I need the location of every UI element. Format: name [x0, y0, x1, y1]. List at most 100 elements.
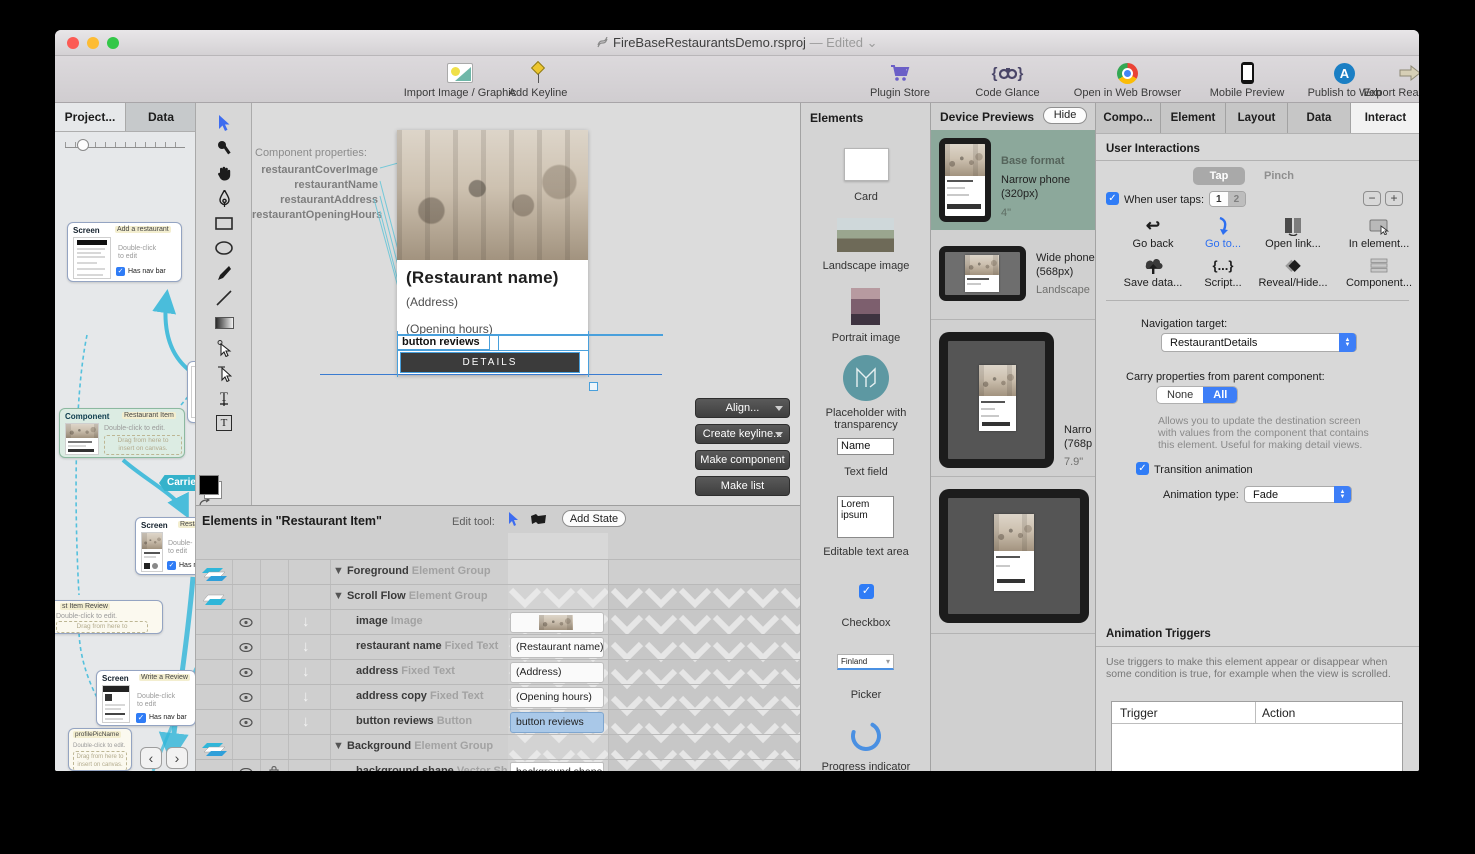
lock-icon[interactable] [269, 766, 279, 771]
button-reviews-label[interactable]: button reviews [397, 335, 490, 350]
portrait-image-element[interactable] [851, 288, 880, 325]
visibility-eye-icon[interactable] [239, 618, 253, 627]
triggers-table[interactable]: Trigger Action [1111, 701, 1403, 771]
timeline-row-background-shape[interactable]: background shape Vector Sh background sh… [196, 759, 800, 771]
rectangle-tool[interactable] [196, 211, 252, 235]
remove-interaction-button[interactable]: − [1363, 191, 1381, 206]
component-card-profilepicname[interactable]: profilePicName Double-click to edit. Dra… [68, 728, 132, 771]
brush-tool[interactable] [196, 261, 252, 285]
editable-text-area-element[interactable]: Lorem ipsum [837, 496, 894, 538]
timeline-row-button-reviews[interactable]: ↓ button reviews Button button reviews [196, 709, 800, 734]
device-preview-wide-phone[interactable]: Wide phone (568px) Landscape [931, 230, 1095, 320]
action-open-link[interactable]: Open link... [1248, 216, 1338, 250]
mobile-preview-button[interactable]: Mobile Preview [1197, 61, 1297, 99]
address-text[interactable]: (Address) [406, 295, 458, 309]
timeline-row-background[interactable]: ▼ Background Element Group [196, 734, 800, 759]
timeline-row-restaurant-name[interactable]: ↓ restaurant name Fixed Text (Restaurant… [196, 634, 800, 659]
visibility-eye-icon[interactable] [239, 643, 253, 652]
text-field-element[interactable]: Name [837, 438, 894, 455]
device-preview-tablet-landscape[interactable] [931, 479, 1095, 634]
drag-source[interactable]: Drag from here to insert on canvas. [73, 751, 127, 771]
visibility-eye-icon[interactable] [239, 668, 253, 677]
timeline-row-image[interactable]: ↓ image Image [196, 609, 800, 634]
prev-page-button[interactable]: ‹ [140, 747, 162, 769]
key-tool[interactable] [196, 136, 252, 160]
has-nav-bar-checkbox[interactable]: ✓ [167, 561, 176, 570]
restaurant-cover-image[interactable] [397, 130, 588, 260]
title-menu-chevron-icon[interactable]: ⌄ [867, 35, 878, 50]
design-canvas[interactable]: Component properties: restaurantCoverIma… [252, 103, 800, 505]
when-user-taps-checkbox[interactable]: ✓ [1106, 192, 1119, 205]
placeholder-element[interactable] [843, 355, 889, 401]
add-keyline-button[interactable]: Add Keyline [483, 61, 593, 99]
gradient-tool[interactable] [196, 311, 252, 335]
state-cell-background-shape[interactable]: background shape [510, 762, 604, 771]
foreground-color-swatch[interactable] [199, 475, 219, 495]
has-nav-bar-checkbox[interactable]: ✓ [136, 713, 146, 723]
tap-index-segmented[interactable]: 1 2 [1209, 191, 1246, 207]
tab-data[interactable]: Data [1288, 103, 1351, 133]
code-glance-button[interactable]: { } Code Glance [960, 61, 1055, 99]
direct-select-tool[interactable] [196, 336, 252, 360]
visibility-eye-icon[interactable] [239, 768, 253, 771]
action-in-element[interactable]: In element... [1334, 216, 1419, 250]
action-component[interactable]: Component... [1334, 255, 1419, 289]
add-state-button[interactable]: Add State [562, 510, 626, 527]
action-reveal-hide[interactable]: ◆◆ Reveal/Hide... [1248, 255, 1338, 289]
timeline-row-scroll-flow[interactable]: ▼ Scroll Flow Element Group [196, 584, 800, 609]
timeline-row-foreground[interactable]: ▼ Foreground Element Group [196, 559, 800, 584]
has-nav-bar-checkbox[interactable]: ✓ [116, 267, 125, 276]
carry-properties-segmented[interactable]: None All [1156, 386, 1238, 404]
state-cell-address[interactable]: (Address) [510, 662, 604, 683]
next-page-button[interactable]: › [166, 747, 188, 769]
edit-select-tool-icon[interactable] [508, 512, 520, 527]
state-cell-restaurant-name[interactable]: (Restaurant name) [510, 637, 604, 658]
transition-animation-checkbox[interactable]: ✓ [1136, 462, 1149, 475]
screen-card-write-a-review[interactable]: Screen Write a Review Double-click to ed… [96, 670, 196, 726]
screen-card-restaurant[interactable]: Screen Restaurant Double- to edit ✓ Has … [135, 517, 196, 575]
carry-all-option[interactable]: All [1203, 387, 1237, 403]
checkbox-element[interactable]: ✓ [859, 584, 874, 599]
details-button[interactable]: DETAILS [400, 352, 580, 373]
card-element[interactable] [844, 148, 889, 181]
hide-button[interactable]: Hide [1043, 107, 1087, 124]
drag-source[interactable]: Drag from here to [56, 621, 148, 633]
state-cell-button-reviews-selected[interactable]: button reviews [510, 712, 604, 733]
text-tool[interactable]: T [196, 386, 252, 410]
carry-none-option[interactable]: None [1157, 387, 1203, 403]
tab-layout[interactable]: Layout [1226, 103, 1288, 133]
export-react-code-button[interactable]: Export React Code [1350, 61, 1419, 99]
visibility-eye-icon[interactable] [239, 718, 253, 727]
make-list-button[interactable]: Make list [695, 476, 790, 496]
restaurant-name-text[interactable]: (Restaurant name) [406, 268, 559, 288]
tab-interact[interactable]: Interact [1351, 103, 1419, 133]
ellipse-tool[interactable] [196, 236, 252, 260]
progress-indicator-element[interactable] [849, 719, 883, 753]
line-tool[interactable] [196, 286, 252, 310]
hand-tool[interactable] [196, 161, 252, 185]
drag-source[interactable]: Drag from here to insert on canvas. [104, 435, 182, 455]
add-interaction-button[interactable]: + [1385, 191, 1403, 206]
text-box-tool[interactable]: T [196, 411, 252, 435]
picker-element[interactable]: Finland ▾ [837, 654, 894, 670]
navigation-target-select[interactable]: RestaurantDetails ▲▼ [1161, 333, 1357, 352]
open-in-web-browser-button[interactable]: Open in Web Browser [1060, 61, 1195, 99]
pen-tool[interactable] [196, 186, 252, 210]
make-component-button[interactable]: Make component [695, 450, 790, 470]
select-tool[interactable] [196, 111, 252, 135]
animation-type-select[interactable]: Fade ▲▼ [1244, 486, 1352, 503]
state-cell-opening-hours[interactable]: (Opening hours) [510, 687, 604, 708]
timeline-row-address-copy[interactable]: ↓ address copy Fixed Text (Opening hours… [196, 684, 800, 709]
create-keyline-button[interactable]: Create keyline... [695, 424, 790, 444]
device-preview-narrow-tablet[interactable]: Narro (768p 7.9" [931, 322, 1095, 477]
tap-segment-1[interactable]: 1 [1210, 192, 1228, 206]
plugin-store-button[interactable]: Plugin Store [860, 61, 940, 99]
tab-component[interactable]: Compo... [1096, 103, 1161, 133]
selection-handle[interactable] [589, 382, 598, 391]
screen-card-add-a-restaurant[interactable]: Screen Add a restaurant Double-click to … [67, 222, 182, 282]
tap-mode-button[interactable]: Tap [1193, 167, 1245, 185]
pinch-mode-button[interactable]: Pinch [1264, 170, 1294, 182]
landscape-image-element[interactable] [837, 218, 894, 252]
tab-element[interactable]: Element [1161, 103, 1226, 133]
screen-card-clipped[interactable] [187, 361, 196, 423]
